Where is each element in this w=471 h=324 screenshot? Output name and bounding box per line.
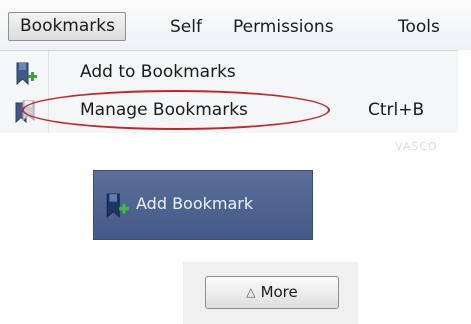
add-bookmark-label: Add Bookmark	[136, 194, 254, 213]
menu-bookmarks[interactable]: Bookmarks	[8, 12, 126, 41]
menu-item-add-to-bookmarks[interactable]: Add to Bookmarks	[0, 55, 458, 93]
menu-self[interactable]: Self	[170, 15, 202, 39]
menu-item-shortcut: Ctrl+B	[368, 100, 425, 120]
add-bookmark-button[interactable]: Add Bookmark	[93, 170, 313, 240]
highlight-ellipse	[22, 90, 330, 130]
watermark: VASCO	[395, 140, 438, 153]
more-panel: △ More	[183, 262, 358, 324]
menu-permissions[interactable]: Permissions	[233, 15, 334, 39]
bookmark-add-icon	[106, 193, 129, 219]
menu-bar: Bookmarks Self Permissions Tools	[0, 0, 471, 50]
menu-item-label: Add to Bookmarks	[80, 62, 236, 82]
more-label: More	[260, 283, 298, 301]
bookmark-add-icon	[16, 62, 37, 86]
triangle-up-icon: △	[246, 285, 256, 299]
more-button[interactable]: △ More	[205, 276, 339, 309]
menu-tools[interactable]: Tools	[398, 15, 440, 39]
